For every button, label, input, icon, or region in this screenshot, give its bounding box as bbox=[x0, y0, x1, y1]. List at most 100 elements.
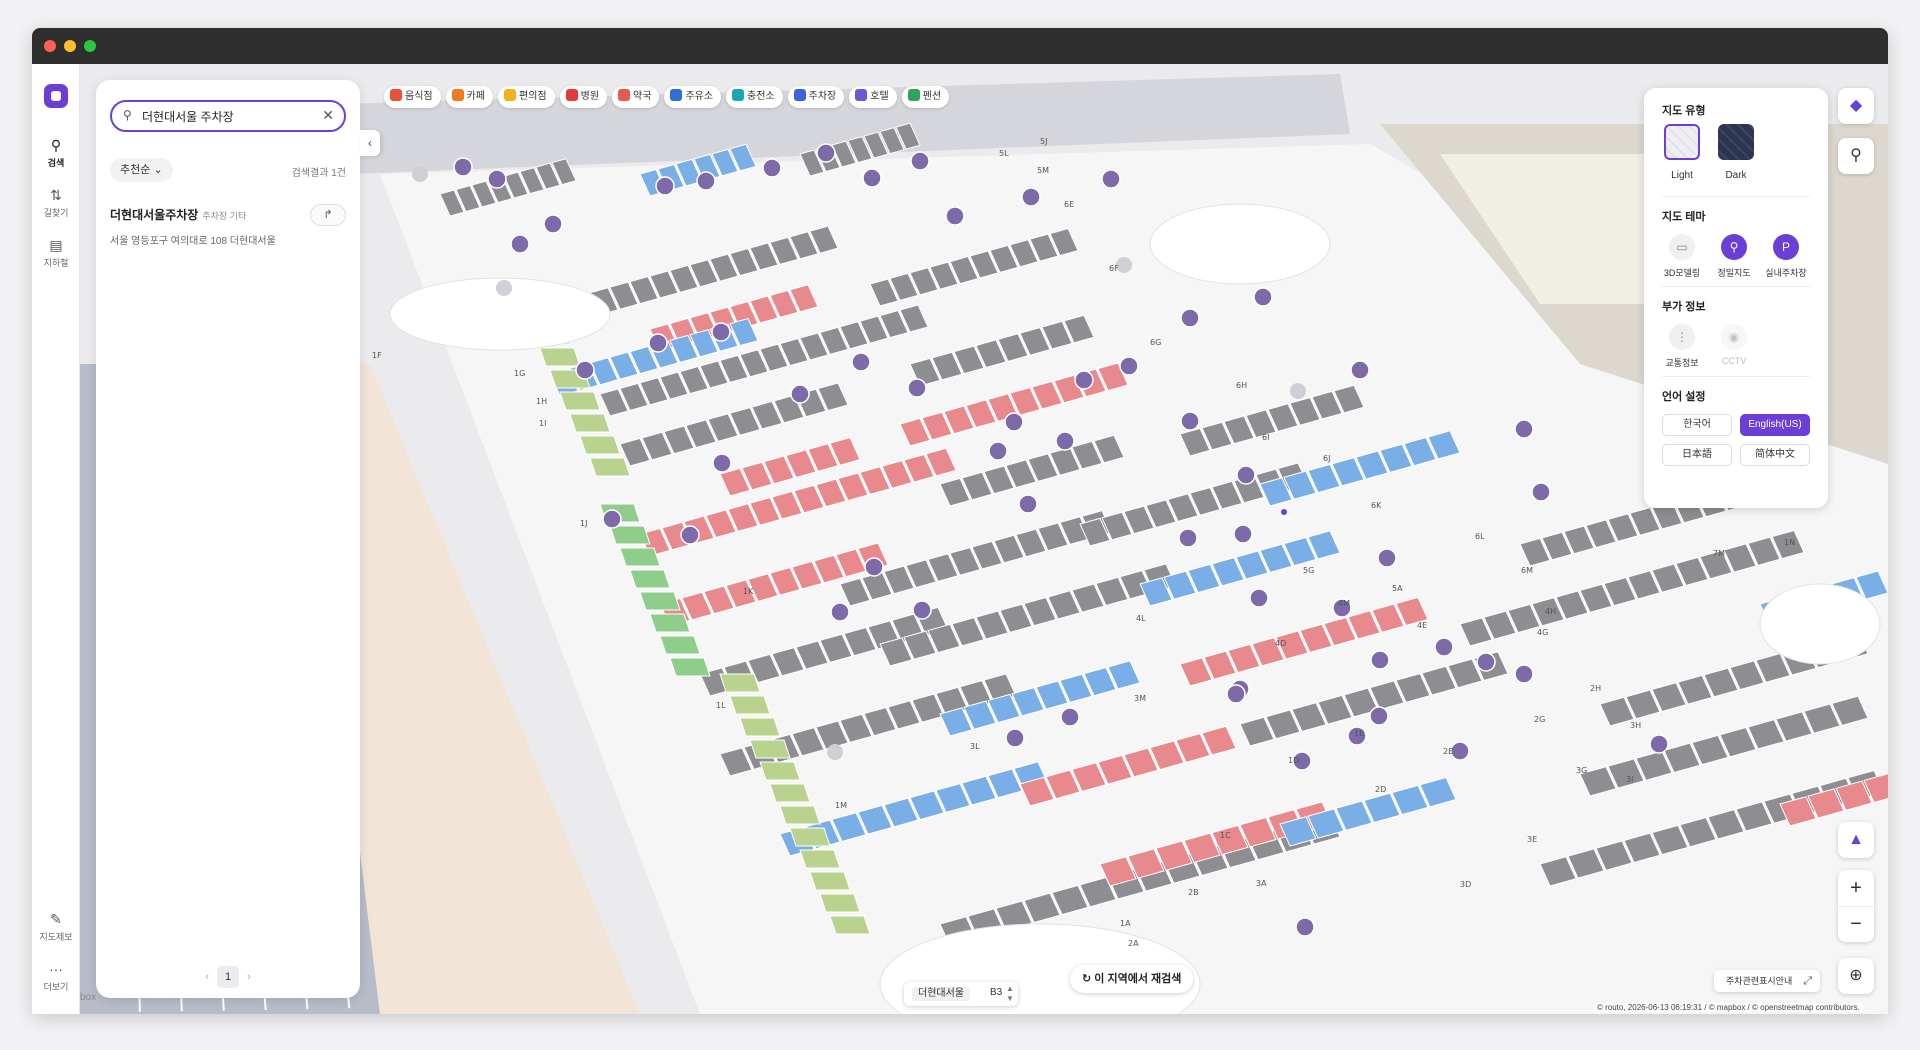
facility-marker bbox=[1350, 360, 1370, 380]
map-type-light[interactable] bbox=[1664, 124, 1700, 160]
zone-label: 6J bbox=[1323, 454, 1330, 463]
parking-stall-diagonal bbox=[739, 717, 781, 737]
zone-label: 4G bbox=[1537, 628, 1548, 637]
chip-hospital[interactable]: 병원 bbox=[559, 86, 608, 108]
parking-stall-diagonal bbox=[629, 569, 671, 589]
facility-marker bbox=[790, 384, 810, 404]
facility-marker bbox=[1074, 370, 1094, 390]
lang-japanese-button[interactable]: 日本語 bbox=[1662, 444, 1732, 466]
parking-legend-button[interactable]: 주차관련표시안내 ⤢ bbox=[1714, 970, 1820, 992]
chip-gas-station[interactable]: 주유소 bbox=[664, 86, 722, 108]
floor-stepper-icon[interactable]: ▲ ▼ bbox=[1006, 984, 1014, 1004]
rail-item-report[interactable]: ✎ 지도제보 bbox=[32, 910, 80, 943]
chip-convenience[interactable]: 편의점 bbox=[498, 86, 555, 108]
rail-item-subway[interactable]: ▤ 지하철 bbox=[32, 236, 80, 269]
facility-marker bbox=[1178, 528, 1198, 548]
direction-marker bbox=[496, 280, 512, 296]
chip-pension[interactable]: 펜션 bbox=[901, 86, 950, 108]
theme-title: 지도 테마 bbox=[1662, 211, 1706, 223]
facility-marker bbox=[1377, 548, 1397, 568]
compass-icon: ▲ bbox=[1848, 831, 1864, 848]
directions-button[interactable]: ↱ bbox=[310, 204, 346, 226]
compass-button[interactable]: ▲ bbox=[1838, 822, 1874, 858]
lang-korean-button[interactable]: 한국어 bbox=[1662, 414, 1732, 436]
map-type-title: 지도 유형 bbox=[1662, 105, 1706, 117]
facility-marker bbox=[830, 602, 850, 622]
chip-cafe[interactable]: 카페 bbox=[445, 86, 494, 108]
chip-charging[interactable]: 충전소 bbox=[726, 86, 783, 108]
3d-model-icon[interactable]: ▭ bbox=[1669, 234, 1695, 260]
zone-label: 2A bbox=[1128, 939, 1139, 948]
lang-english-button[interactable]: English(US) bbox=[1740, 414, 1810, 436]
zone-label: 2D bbox=[1375, 785, 1386, 794]
side-rail: ⚲ 검색 ⇅ 길찾기 ▤ 지하철 ✎ 지도제보 ··· 더보기 bbox=[32, 64, 80, 1014]
zone-label: 3I bbox=[1626, 775, 1633, 784]
floor-selector[interactable]: 더현대서울 B3 ▲ ▼ bbox=[904, 982, 1018, 1006]
cctv-icon[interactable]: ◉ bbox=[1721, 324, 1747, 350]
precision-map-icon[interactable]: ⚲ bbox=[1721, 234, 1747, 260]
hospital-icon bbox=[565, 89, 578, 101]
parking-stall-diagonal bbox=[669, 657, 711, 677]
zone-label: 1J bbox=[580, 519, 587, 528]
indoor-parking-icon[interactable]: P bbox=[1773, 234, 1799, 260]
rail-item-route[interactable]: ⇅ 길찾기 bbox=[32, 186, 80, 219]
search-input[interactable] bbox=[142, 107, 312, 125]
page-number[interactable]: 1 bbox=[217, 966, 239, 988]
parking-stall-diagonal bbox=[719, 673, 761, 693]
facility-marker bbox=[543, 214, 563, 234]
facility-marker bbox=[655, 176, 675, 196]
zone-label: 1K bbox=[743, 587, 754, 596]
next-page-icon[interactable]: › bbox=[247, 971, 251, 983]
maximize-window-button[interactable] bbox=[84, 40, 96, 52]
sort-dropdown[interactable]: 추천순 ⌄ bbox=[110, 158, 173, 182]
close-window-button[interactable] bbox=[44, 40, 56, 52]
zone-label: 1I bbox=[539, 419, 546, 428]
traffic-light-icon[interactable]: ⋮ bbox=[1669, 324, 1695, 350]
research-area-button[interactable]: ↻ 이 지역에서 재검색 bbox=[1070, 965, 1194, 993]
zone-label: 3H bbox=[1630, 721, 1641, 730]
facility-marker bbox=[1018, 494, 1038, 514]
prev-page-icon[interactable]: ‹ bbox=[205, 971, 209, 983]
app-logo[interactable] bbox=[44, 84, 68, 108]
zone-label: 2H bbox=[1590, 684, 1601, 693]
facility-marker bbox=[1514, 664, 1534, 684]
collapse-panel-button[interactable]: ‹ bbox=[360, 130, 380, 156]
minimize-window-button[interactable] bbox=[64, 40, 76, 52]
chip-pharmacy[interactable]: 약국 bbox=[612, 86, 660, 108]
my-location-button[interactable]: ⊕ bbox=[1838, 958, 1874, 994]
extra-info-title: 부가 정보 bbox=[1662, 301, 1706, 313]
map-type-dark[interactable] bbox=[1718, 124, 1754, 160]
result-count: 검색결과 1건 bbox=[291, 168, 346, 179]
search-box[interactable]: ⚲ ✕ bbox=[110, 100, 346, 132]
list-item[interactable]: 더현대서울주차장 주차장 기타 서울 영등포구 여의대로 108 더현대서울 ↱ bbox=[110, 204, 346, 256]
chip-restaurant[interactable]: 음식점 bbox=[384, 86, 441, 108]
facility-marker bbox=[1514, 419, 1534, 439]
rail-item-more[interactable]: ··· 더보기 bbox=[32, 960, 80, 993]
lang-chinese-button[interactable]: 简体中文 bbox=[1740, 444, 1810, 466]
facility-marker bbox=[680, 525, 700, 545]
clear-icon[interactable]: ✕ bbox=[322, 107, 334, 124]
zone-label: 1C bbox=[1220, 831, 1231, 840]
facility-marker bbox=[510, 234, 530, 254]
parking-stall-diagonal bbox=[809, 871, 851, 891]
zone-label: 1N bbox=[1784, 538, 1795, 547]
zone-label: 6E bbox=[1064, 200, 1074, 209]
chip-parking[interactable]: 주차장 bbox=[787, 86, 845, 108]
more-icon: ··· bbox=[49, 961, 63, 977]
mapbox-logo: box bbox=[80, 992, 97, 1003]
map-type-light-label: Light bbox=[1671, 170, 1693, 181]
search-icon: ⚲ bbox=[50, 137, 62, 153]
facility-marker bbox=[648, 333, 668, 353]
expand-icon: ⤢ bbox=[1803, 975, 1812, 987]
facility-marker bbox=[1531, 482, 1551, 502]
facility-marker bbox=[602, 509, 622, 529]
zoom-out-button[interactable]: − bbox=[1838, 906, 1874, 942]
area-search-button[interactable]: ⚲ bbox=[1838, 138, 1874, 174]
facility-marker bbox=[1476, 652, 1496, 672]
zoom-in-button[interactable]: + bbox=[1838, 870, 1874, 906]
layers-button[interactable]: ◆ bbox=[1838, 88, 1874, 124]
rail-item-search[interactable]: ⚲ 검색 bbox=[32, 136, 80, 169]
chip-hotel[interactable]: 호텔 bbox=[849, 86, 897, 108]
facility-marker bbox=[864, 557, 884, 577]
location-target-icon: ⊕ bbox=[1849, 967, 1863, 984]
